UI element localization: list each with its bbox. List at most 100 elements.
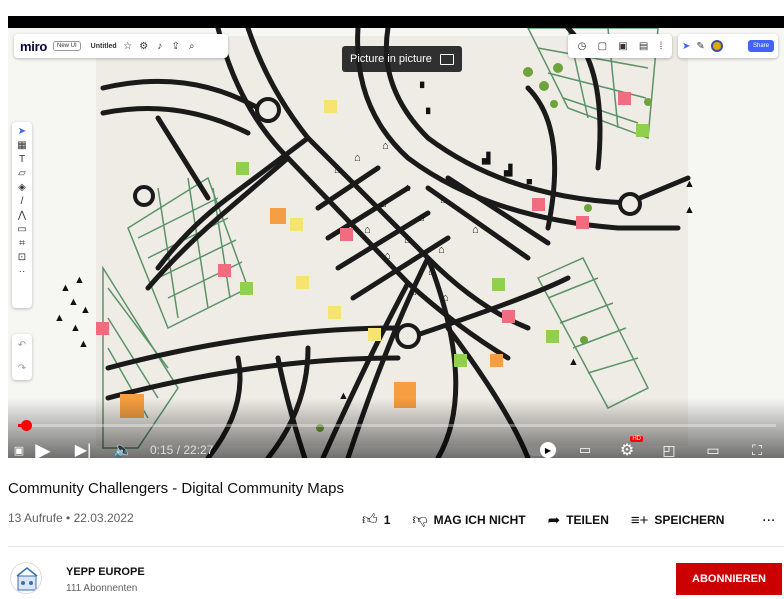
house-icon: ⌂ bbox=[440, 194, 447, 206]
house-icon: ⌂ bbox=[404, 182, 411, 194]
miro-board-toolbar: miro New UI Untitled ☆ ⚙ ♪ ⇪ ⌕ bbox=[14, 34, 228, 58]
select-icon: ➤ bbox=[17, 126, 27, 137]
sticky-note bbox=[96, 322, 109, 335]
sticky-note bbox=[532, 198, 545, 211]
autoplay-toggle[interactable]: ▶ bbox=[528, 442, 558, 458]
building-icon: ▘ bbox=[420, 83, 429, 95]
theater-mode-button[interactable]: ▭ bbox=[702, 439, 724, 458]
tree-icon: ▲ bbox=[74, 274, 85, 286]
frame-icon: ▢ bbox=[597, 40, 608, 52]
video-player[interactable]: ⌂ ⌂ ⌂ ⌂ ⌂ ⌂ ⌂ ⌂ ⌂ ⌂ ⌂ ⌂ ⌂ ⌂ ⌂ ■ ▟ ▟ ▘ ▘ … bbox=[8, 16, 784, 458]
miro-board-name: Untitled bbox=[90, 42, 117, 50]
building-icon: ▘ bbox=[426, 109, 435, 121]
tree-icon: ▲ bbox=[54, 312, 65, 324]
timer-icon: ◷ bbox=[577, 40, 587, 52]
house-icon: ⌂ bbox=[442, 292, 449, 304]
more-actions-button[interactable]: ... bbox=[762, 508, 775, 526]
upload-icon: ⇪ bbox=[171, 40, 180, 52]
time-display: 0:15 / 22:27 bbox=[150, 443, 214, 457]
next-button[interactable]: ▶| bbox=[72, 439, 94, 458]
sticky-note bbox=[270, 208, 286, 224]
sticky-note bbox=[240, 282, 253, 295]
house-icon: ⌂ bbox=[410, 286, 417, 298]
house-icon: ⌂ bbox=[404, 234, 411, 246]
channel-logo-icon bbox=[16, 567, 38, 591]
grid-icon: ▤ bbox=[638, 40, 649, 52]
house-icon: ⌂ bbox=[354, 152, 361, 164]
tree-icon: ▲ bbox=[80, 304, 91, 316]
tree-icon: ▲ bbox=[70, 322, 81, 334]
house-icon: ■ bbox=[526, 176, 533, 188]
chapters-icon[interactable]: ▣ bbox=[8, 439, 30, 458]
tree-icon: ▲ bbox=[68, 296, 79, 308]
autoplay-icon: ▶ bbox=[540, 442, 556, 458]
share-button[interactable]: ➦ TEILEN bbox=[548, 511, 609, 529]
thumbs-down-icon: 👎︎ bbox=[412, 511, 428, 528]
sticky-note bbox=[368, 328, 381, 341]
sticky-note bbox=[218, 264, 231, 277]
house-icon: ⌂ bbox=[384, 250, 391, 262]
video-actions: 👍︎ 1 👎︎ MAG ICH NICHT ➦ TEILEN ≡+ SPEICH… bbox=[362, 509, 746, 531]
miro-undo-toolbar: ↶ ↷ bbox=[12, 334, 32, 380]
user-avatar bbox=[710, 40, 723, 52]
mountain-icon: ▲ bbox=[684, 204, 695, 216]
sticky-note bbox=[490, 354, 503, 367]
cursor-icon: ➤ bbox=[682, 40, 691, 52]
miniplayer-button[interactable]: ◰ bbox=[658, 439, 680, 458]
miro-collab-toolbar: ◷ ▢ ▣ ▤ ⁞ bbox=[568, 34, 672, 58]
dislike-button[interactable]: 👎︎ MAG ICH NICHT bbox=[412, 511, 525, 529]
redo-icon: ↷ bbox=[17, 363, 27, 374]
sticky-note bbox=[328, 306, 341, 319]
thumbs-up-icon: 👍︎ bbox=[362, 511, 378, 528]
sticky-note bbox=[340, 228, 353, 241]
house-icon: ⌂ bbox=[382, 140, 389, 152]
subscribe-button[interactable]: ABONNIEREN bbox=[676, 563, 782, 595]
volume-button[interactable]: 🔈 bbox=[112, 439, 134, 458]
upload-icon: ⊡ bbox=[17, 252, 27, 263]
bell-icon: ♪ bbox=[157, 40, 163, 52]
star-icon: ☆ bbox=[123, 40, 133, 52]
sticky-note bbox=[502, 310, 515, 323]
comment-icon: ▣ bbox=[618, 40, 628, 52]
house-icon: ⌂ bbox=[438, 244, 445, 256]
channel-avatar[interactable] bbox=[10, 562, 42, 594]
miro-left-toolbar: ➤ ▦ T ▱ ◈ / ⋀ ▭ ⌗ ⊡ ·· bbox=[12, 122, 32, 308]
gear-icon: ⚙ bbox=[139, 40, 149, 52]
progress-bar[interactable] bbox=[18, 420, 776, 431]
like-count: 1 bbox=[383, 513, 391, 527]
sticky-note bbox=[290, 218, 303, 231]
play-button[interactable]: ▶ bbox=[32, 439, 54, 459]
video-frame[interactable]: ⌂ ⌂ ⌂ ⌂ ⌂ ⌂ ⌂ ⌂ ⌂ ⌂ ⌂ ⌂ ⌂ ⌂ ⌂ ■ ▟ ▟ ▘ ▘ … bbox=[8, 28, 784, 458]
video-title: Community Challengers - Digital Communit… bbox=[8, 480, 344, 497]
tooltip-text: Picture in picture bbox=[350, 53, 432, 65]
save-button[interactable]: ≡+ SPEICHERN bbox=[631, 512, 725, 529]
add-to-playlist-icon: ≡+ bbox=[630, 511, 649, 529]
channel-name[interactable]: YEPP EUROPE bbox=[66, 566, 145, 578]
player-controls: ▣ ▶ ▶| 🔈 0:15 / 22:27 ▶ ▭ ⚙ HD ◰ ▭ ⛶ bbox=[8, 432, 784, 458]
sticky-note bbox=[236, 162, 249, 175]
undo-icon: ↶ bbox=[17, 340, 27, 351]
fullscreen-button[interactable]: ⛶ bbox=[746, 439, 768, 458]
dislike-label: MAG ICH NICHT bbox=[433, 513, 526, 527]
reaction-icon: ✎ bbox=[696, 40, 705, 52]
tree-icon: ▲ bbox=[568, 356, 579, 368]
mountain-icon: ▲ bbox=[684, 178, 695, 190]
settings-button[interactable]: ⚙ HD bbox=[616, 436, 643, 458]
house-icon: ⌂ bbox=[364, 224, 371, 236]
tree-icon: ▲ bbox=[78, 338, 89, 350]
sticky-note bbox=[576, 216, 589, 229]
miro-new-ui-badge: New UI bbox=[52, 41, 81, 51]
like-button[interactable]: 👍︎ 1 bbox=[362, 511, 390, 529]
text-icon: T bbox=[18, 154, 26, 165]
factory-icon: ▟ bbox=[504, 165, 513, 177]
search-icon: ⌕ bbox=[188, 40, 195, 52]
pip-icon bbox=[439, 53, 454, 65]
pen-icon: / bbox=[20, 196, 24, 207]
save-label: SPEICHERN bbox=[654, 513, 725, 527]
subtitles-button[interactable]: ▭ bbox=[574, 439, 596, 458]
divider bbox=[8, 546, 784, 547]
sticky-note bbox=[296, 276, 309, 289]
template-icon: ▦ bbox=[17, 140, 27, 151]
line-icon: ⋀ bbox=[17, 210, 27, 221]
sticky-note bbox=[546, 330, 559, 343]
